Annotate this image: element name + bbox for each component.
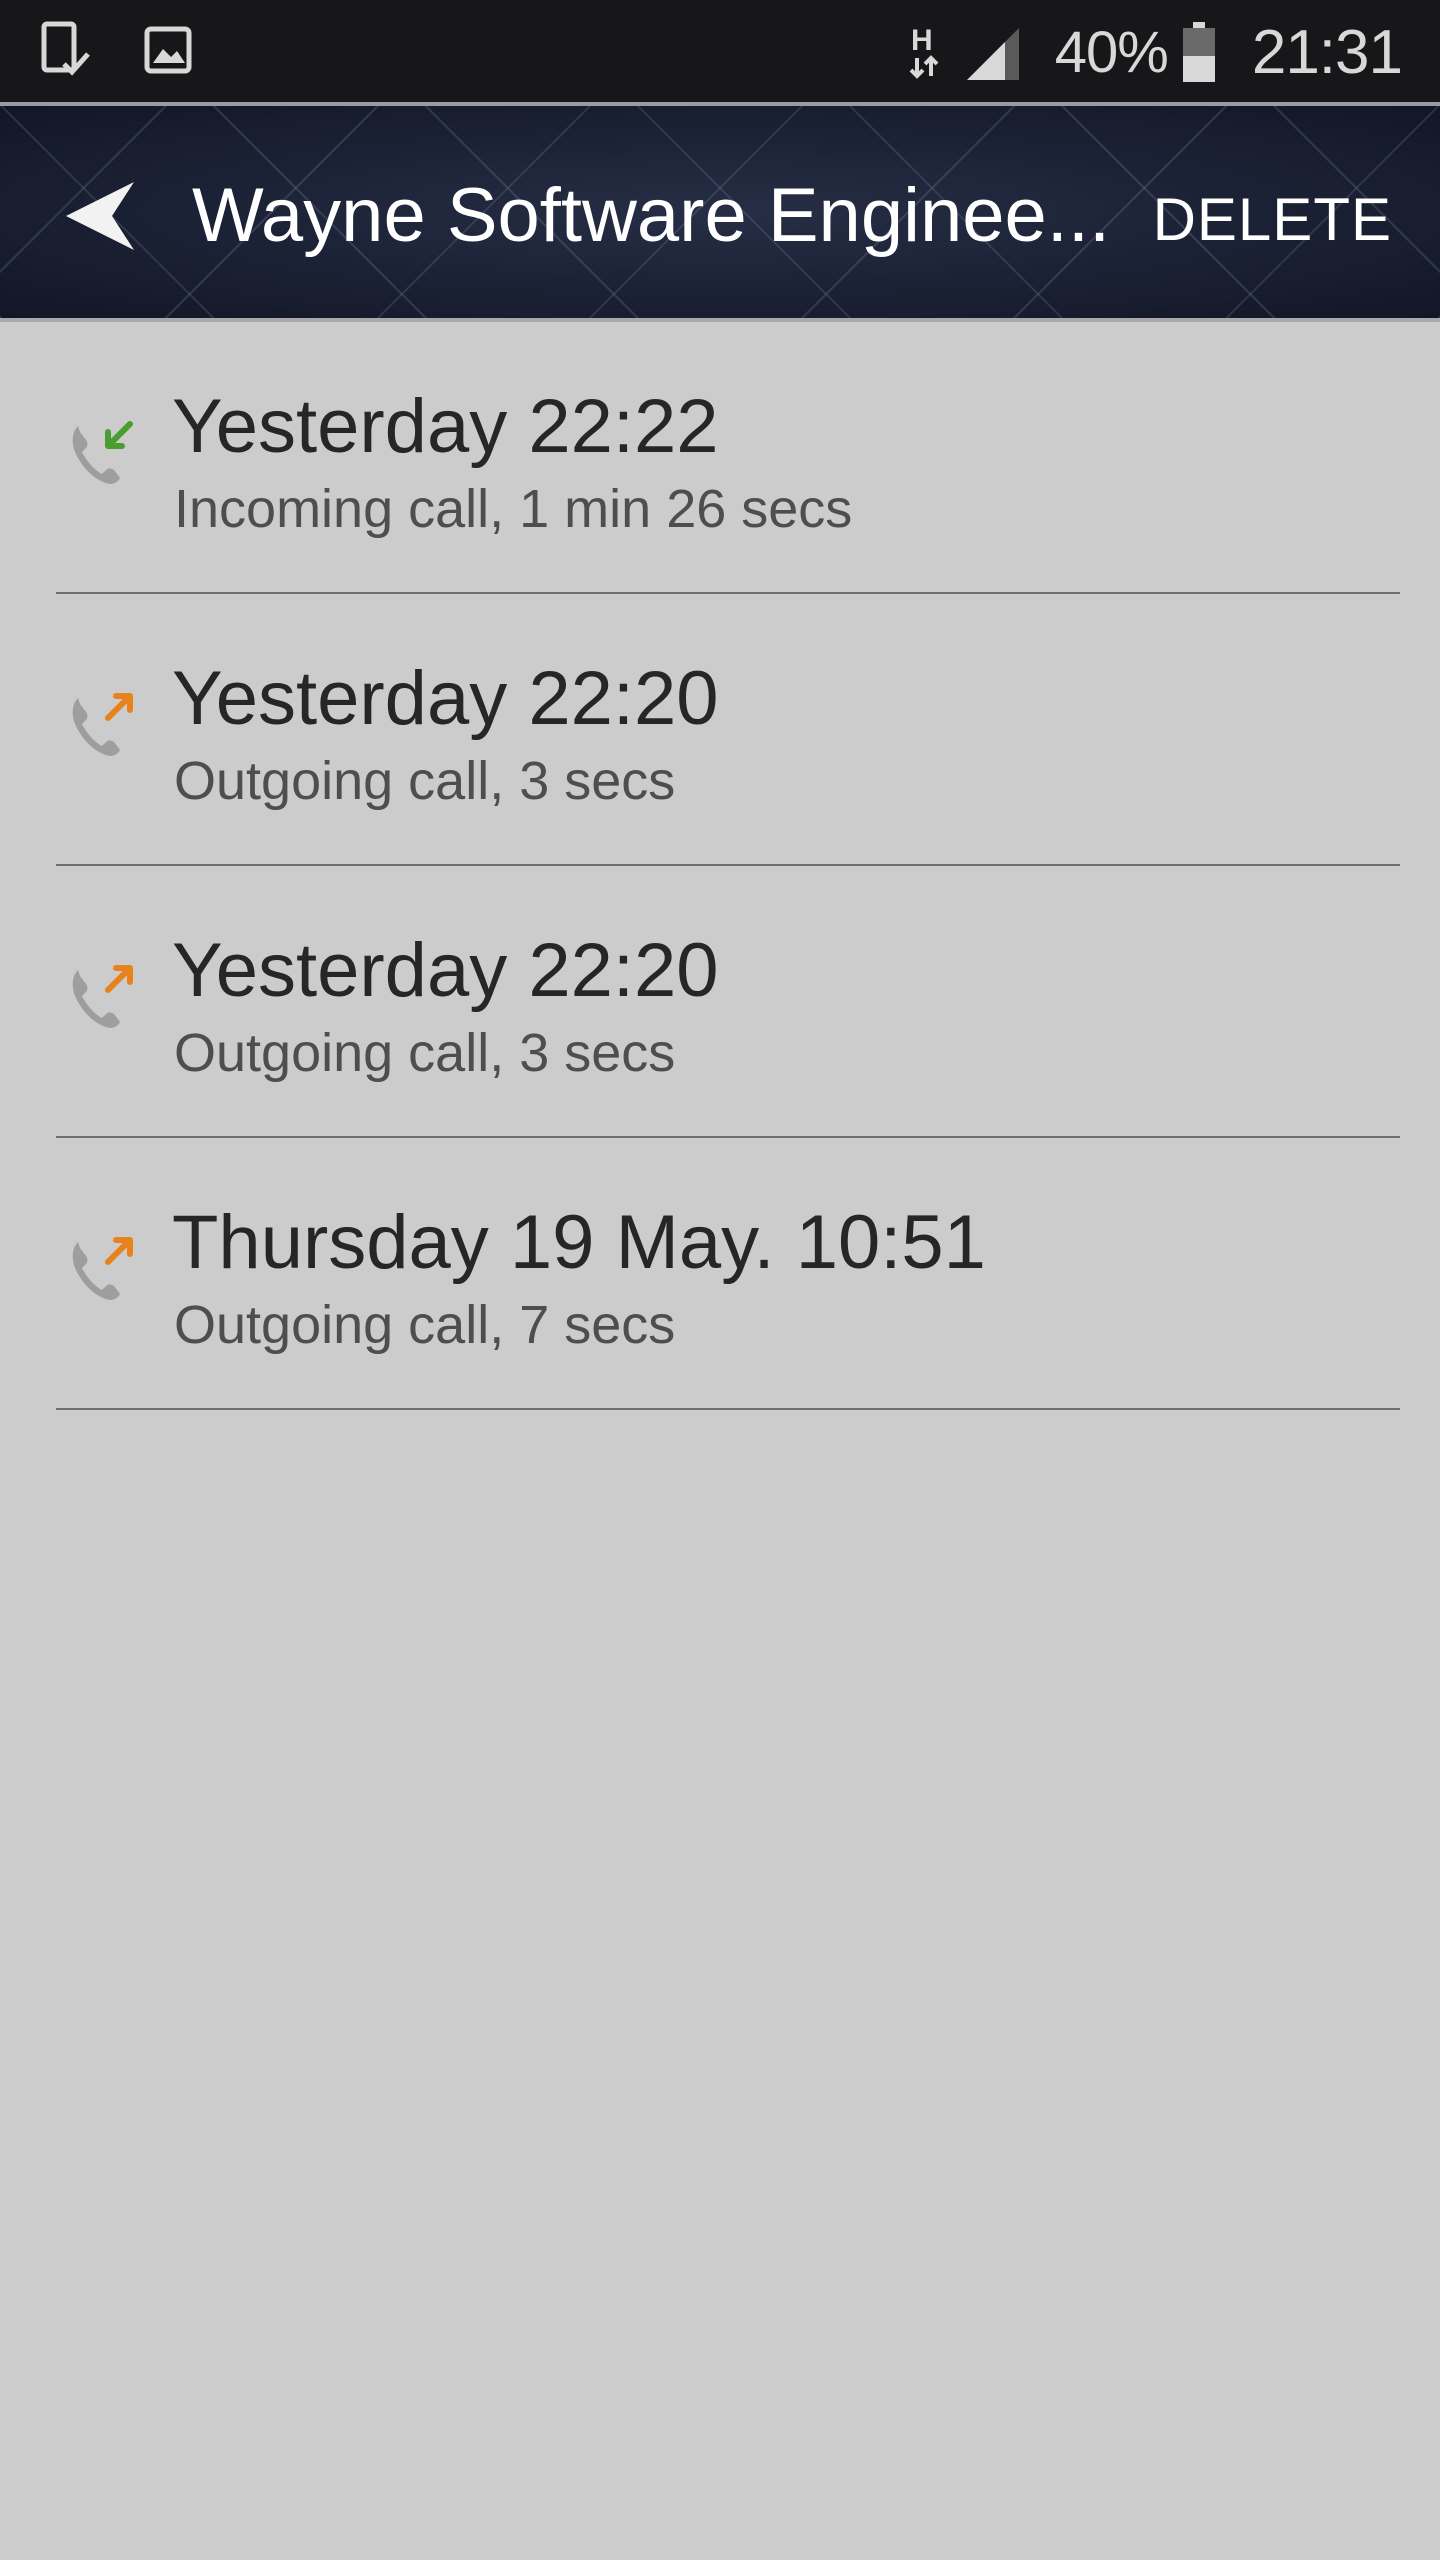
network-type-icon: H [905, 20, 945, 84]
image-icon [138, 18, 198, 82]
call-time: Yesterday 22:22 [172, 384, 719, 469]
call-description: Incoming call, 1 min 26 secs [174, 479, 853, 539]
app-bar: Wayne Software Enginee... DELETE [0, 102, 1440, 322]
call-time: Thursday 19 May. 10:51 [172, 1200, 986, 1285]
svg-text:H: H [911, 24, 933, 57]
call-time: Yesterday 22:20 [172, 928, 719, 1013]
incoming-call-icon [64, 410, 144, 490]
back-arrow-icon [66, 182, 134, 250]
call-log-item[interactable]: Thursday 19 May. 10:51 Outgoing call, 7 … [56, 1138, 1400, 1410]
battery-percentage: 40% [1054, 19, 1169, 85]
outgoing-call-icon [64, 682, 144, 762]
battery-icon [1180, 20, 1218, 84]
call-log-item[interactable]: Yesterday 22:20 Outgoing call, 3 secs [56, 866, 1400, 1138]
status-bar-clock: 21:31 [1251, 17, 1403, 87]
call-log-item[interactable]: Yesterday 22:20 Outgoing call, 3 secs [56, 594, 1400, 866]
status-bar-notifications [36, 18, 198, 82]
status-bar: H 40% 21:31 [0, 0, 1440, 102]
status-bar-system: H 40% 21:31 [905, 12, 1403, 92]
call-log-list: Yesterday 22:22 Incoming call, 1 min 26 … [0, 322, 1440, 1410]
tablet-check-icon [36, 18, 96, 82]
call-description: Outgoing call, 3 secs [174, 751, 676, 811]
call-time: Yesterday 22:20 [172, 656, 719, 741]
back-button[interactable] [54, 176, 150, 256]
delete-button[interactable]: DELETE [1153, 180, 1392, 260]
outgoing-call-icon [64, 954, 144, 1034]
call-description: Outgoing call, 7 secs [174, 1295, 676, 1355]
signal-strength-icon [961, 20, 1025, 84]
call-description: Outgoing call, 3 secs [174, 1023, 676, 1083]
page-title: Wayne Software Enginee... [192, 173, 1111, 258]
outgoing-call-icon [64, 1226, 144, 1306]
call-log-item[interactable]: Yesterday 22:22 Incoming call, 1 min 26 … [56, 322, 1400, 594]
